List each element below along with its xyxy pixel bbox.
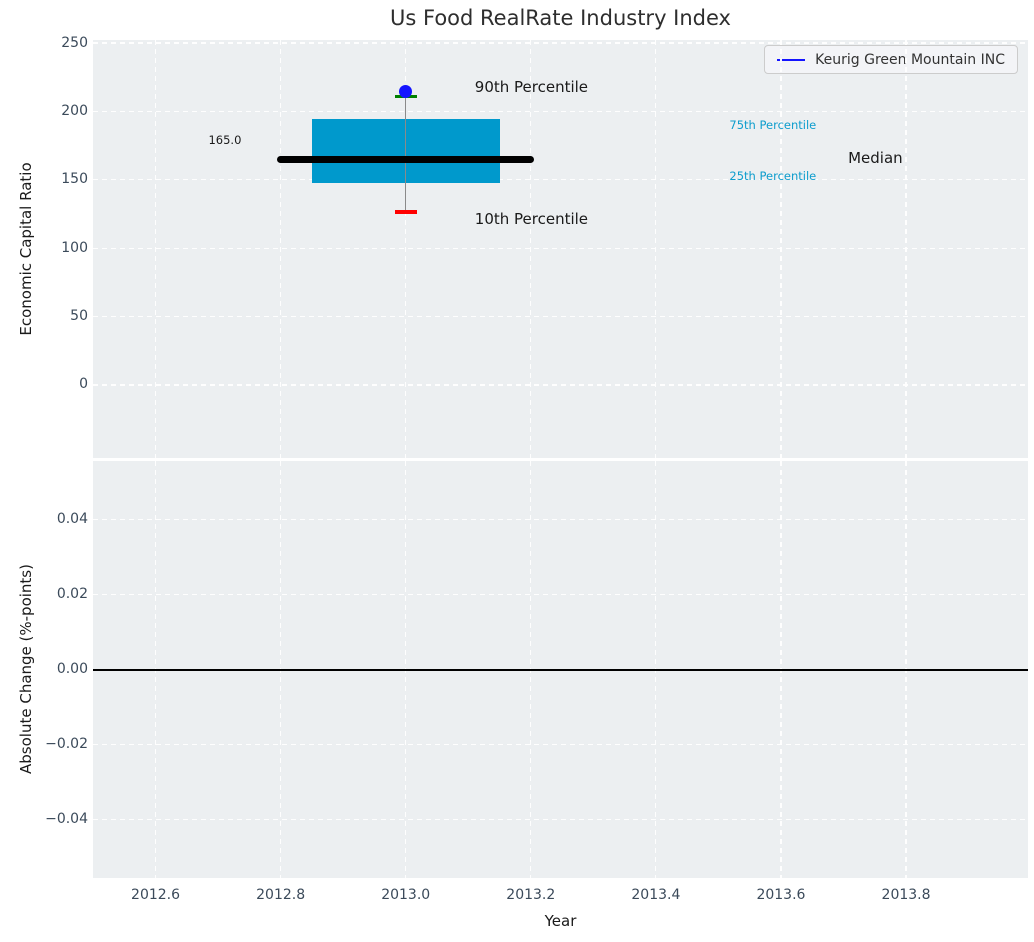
x-tick-label: 2013.2 [506, 887, 556, 903]
median-line [277, 155, 534, 163]
x-tick-label: 2013.0 [381, 887, 431, 903]
y-tick-label: 0.00 [56, 661, 88, 678]
p75-label: 75th Percentile [729, 118, 817, 133]
y-tick-label: 150 [61, 171, 88, 188]
y-tick-label: 50 [70, 308, 88, 325]
gridline-vertical [280, 40, 282, 458]
whisker-line [404, 96, 407, 212]
gridline-horizontal [93, 179, 1028, 181]
p90-label: 90th Percentile [474, 77, 589, 96]
y-tick-label: −0.02 [45, 736, 88, 753]
gridline-horizontal [93, 315, 1028, 318]
figure: Us Food RealRate Industry Index Economic… [0, 0, 1034, 942]
y-tick-label: 250 [61, 34, 88, 51]
top-y-axis-label: Economic Capital Ratio [17, 162, 35, 336]
x-tick-label: 2013.4 [631, 887, 681, 903]
top-axes [93, 40, 1028, 458]
gridline-vertical [154, 40, 157, 458]
p25-label: 25th Percentile [729, 168, 817, 183]
gridline-horizontal [93, 42, 1028, 44]
median-value-label: 165.0 [208, 133, 242, 148]
gridline-horizontal [93, 818, 1028, 821]
gridline-horizontal [93, 519, 1028, 521]
x-axis-label: Year [544, 912, 577, 930]
y-tick-label: 100 [61, 239, 88, 256]
x-tick-label: 2012.6 [131, 887, 181, 903]
gridline-vertical [780, 40, 782, 458]
whisker-cap-10th [395, 210, 417, 214]
gridline-horizontal [93, 744, 1028, 746]
x-tick-label: 2013.8 [881, 887, 931, 903]
legend-label: Keurig Green Mountain INC [815, 51, 1005, 68]
x-tick-label: 2012.8 [256, 887, 306, 903]
x-tick-label: 2013.6 [756, 887, 806, 903]
gridline-vertical [905, 40, 907, 458]
bottom-y-axis-label: Absolute Change (%-points) [17, 564, 35, 774]
gridline-horizontal [93, 110, 1028, 112]
legend: Keurig Green Mountain INC [764, 45, 1018, 74]
gridline-horizontal [93, 247, 1028, 249]
gridline-vertical [530, 40, 532, 458]
y-tick-label: 0 [79, 376, 88, 393]
gridline-horizontal [93, 594, 1028, 596]
chart-title: Us Food RealRate Industry Index [390, 6, 731, 30]
gridline-vertical [655, 40, 657, 458]
median-label: Median [848, 148, 903, 167]
p10-label: 10th Percentile [474, 210, 589, 229]
y-tick-label: −0.04 [45, 811, 88, 828]
y-tick-label: 0.02 [56, 586, 88, 603]
y-tick-label: 0.04 [56, 511, 88, 528]
y-tick-label: 200 [61, 102, 88, 119]
gridline-horizontal [93, 384, 1028, 386]
zero-line [93, 668, 1028, 671]
